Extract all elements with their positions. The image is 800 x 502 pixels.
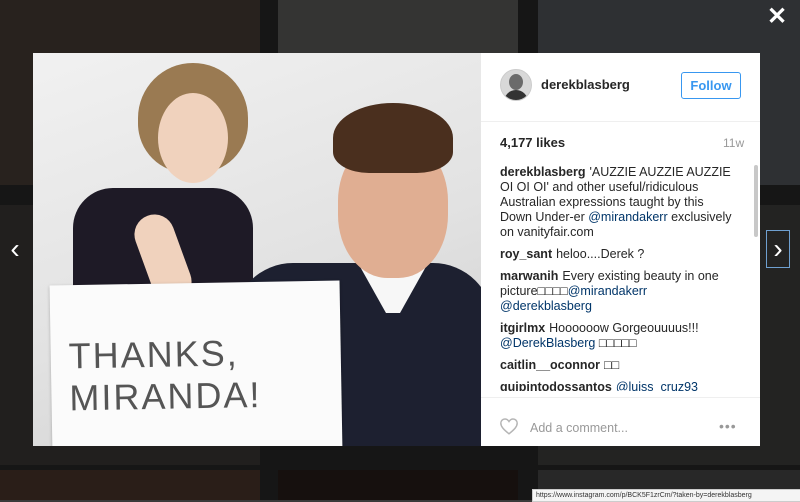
photo-figure [158, 93, 228, 183]
sign-line: THANKS, [68, 332, 240, 377]
post-header: derekblasberg Follow [481, 53, 760, 122]
comment-text: □□ [604, 358, 620, 372]
comment-item: marwanih Every existing beauty in one pic… [500, 269, 738, 314]
comment-user[interactable]: guipintodossantos [500, 380, 612, 391]
avatar-body [504, 90, 528, 100]
avatar-face [509, 74, 523, 90]
comment-mention[interactable]: @DerekBlasberg [500, 336, 595, 350]
post-modal: THANKS, MIRANDA! derekblasberg Follow 4,… [33, 53, 760, 446]
post-photo[interactable]: THANKS, MIRANDA! [33, 53, 481, 446]
comments-list: derekblasberg 'AUZZIE AUZZIE AUZZIE OI OI… [500, 165, 738, 391]
next-arrow-icon[interactable]: › [766, 230, 790, 268]
comment-item: caitlin__oconnor □□ [500, 358, 738, 373]
comment-text-after: □□□□□ [595, 336, 637, 350]
comment-item: roy_sant heloo....Derek ? [500, 247, 738, 262]
close-icon[interactable]: ✕ [764, 4, 790, 30]
link-status-bar: https://www.instagram.com/p/BCK5F1zrCm/?… [532, 489, 800, 502]
heart-icon[interactable] [499, 417, 519, 435]
comment-user[interactable]: caitlin__oconnor [500, 358, 600, 372]
follow-button[interactable]: Follow [681, 72, 741, 99]
username-link[interactable]: derekblasberg [541, 77, 630, 92]
photo-figure [333, 103, 453, 173]
comment-item: guipintodossantos @luiss_cruz93 [500, 380, 738, 391]
comment-user[interactable]: itgirlmx [500, 321, 545, 335]
add-comment-input[interactable]: Add a comment... [530, 421, 628, 435]
comment-item: itgirlmx Hoooooow Gorgeouuuus!!! @DerekBl… [500, 321, 738, 351]
likes-count[interactable]: 4,177 likes [500, 135, 565, 150]
previous-arrow-icon[interactable]: ‹ [4, 233, 26, 265]
comment-bar: Add a comment... ••• [481, 397, 760, 447]
post-timestamp[interactable]: 11w [723, 136, 744, 150]
comment-mention[interactable]: @luiss_cruz93 [616, 380, 698, 391]
comment-user[interactable]: derekblasberg [500, 165, 585, 179]
post-sidebar: derekblasberg Follow 4,177 likes 11w der… [481, 53, 760, 446]
comment-text: Hoooooow Gorgeouuuus!!! [549, 321, 699, 335]
more-options-icon[interactable]: ••• [719, 418, 737, 434]
photo-sign-text: THANKS, MIRANDA! [68, 331, 339, 420]
sign-line: MIRANDA! [69, 374, 262, 419]
comment-user[interactable]: marwanih [500, 269, 558, 283]
comment-item: derekblasberg 'AUZZIE AUZZIE AUZZIE OI OI… [500, 165, 738, 240]
avatar[interactable] [500, 69, 532, 101]
comment-user[interactable]: roy_sant [500, 247, 552, 261]
comment-mention[interactable]: @mirandakerr [588, 210, 667, 224]
comments-scrollbar[interactable] [754, 165, 758, 237]
comment-text: heloo....Derek ? [556, 247, 645, 261]
